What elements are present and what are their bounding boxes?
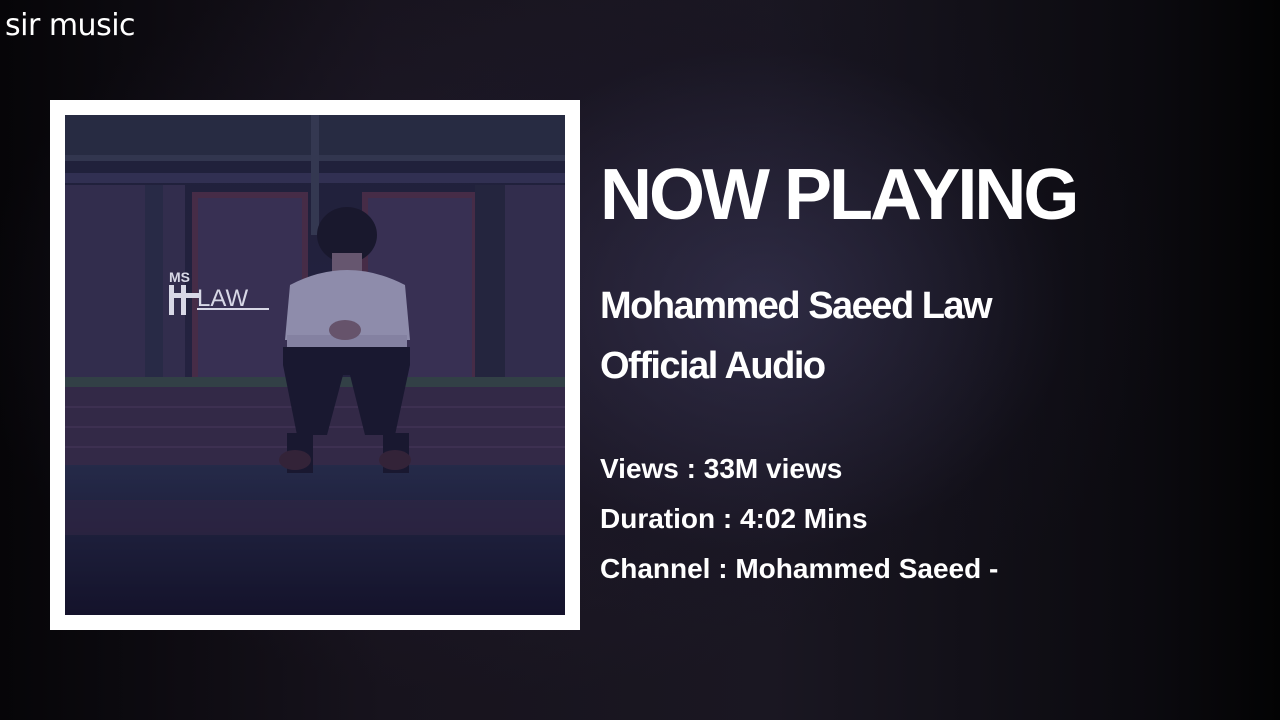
song-title-line-1: Mohammed Saeed Law	[600, 285, 993, 327]
song-title: Mohammed Saeed Law Official Audio	[600, 276, 1200, 396]
svg-text:MS: MS	[169, 269, 190, 285]
song-title-line-2: Official Audio	[600, 345, 826, 387]
album-cover-art: MS LAW	[65, 115, 565, 615]
app-brand: sir music	[5, 8, 136, 43]
views-count: Views : 33M views	[600, 453, 843, 484]
duration-value: Duration : 4:02 Mins	[600, 503, 868, 534]
now-playing-screen: sir music MS LAW NOW PLAYING Mohammed Sa…	[0, 0, 1280, 720]
now-playing-heading: NOW PLAYING	[600, 155, 1079, 235]
svg-text:LAW: LAW	[197, 285, 248, 312]
song-metadata: Views : 33M views Duration : 4:02 Mins C…	[600, 444, 998, 594]
album-cover-illustration: MS LAW	[65, 115, 565, 615]
album-cover-frame: MS LAW	[50, 100, 580, 630]
channel-name: Channel : Mohammed Saeed -	[600, 553, 999, 584]
